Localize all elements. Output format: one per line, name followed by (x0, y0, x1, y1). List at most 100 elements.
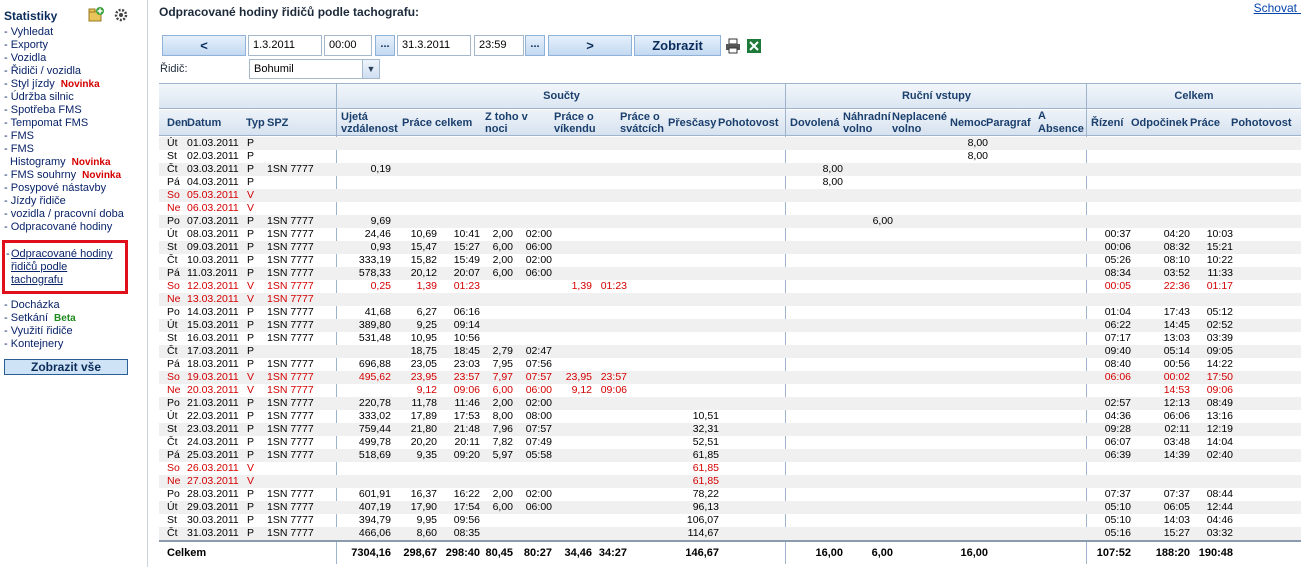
prev-button[interactable]: < (162, 35, 246, 56)
cell-ri: 05:16 (1104, 527, 1131, 539)
table-row: Út 01.03.2011 P 8,00 (159, 137, 1301, 150)
cell-pr: 03:39 (1206, 332, 1233, 344)
sidebar-item[interactable]: - Docházka (4, 299, 146, 312)
sidebar-item[interactable]: - Údržba silnic (4, 91, 146, 104)
time-from-field[interactable]: 00:00 (324, 35, 372, 56)
sidebar-item[interactable]: - Vyhledat (4, 26, 146, 39)
sidebar-item[interactable]: - Posypové nástavby (4, 182, 146, 195)
next-button[interactable]: > (548, 35, 632, 56)
cell-dov: 8,00 (822, 163, 843, 175)
cell-pc: 9,25 (416, 319, 437, 331)
cell-pch: 23:57 (453, 371, 480, 383)
sidebar-item[interactable]: - Spotřeba FMS (4, 104, 146, 117)
cell-spz: 1SN 7777 (267, 215, 314, 227)
sidebar-item[interactable]: Histogramy Novinka (4, 156, 146, 169)
cell-typ: V (247, 280, 255, 292)
cell-typ: P (247, 358, 255, 370)
date-from-picker-button[interactable]: ... (375, 35, 395, 56)
cell-datum: 29.03.2011 (187, 501, 239, 513)
col-dovolena: Dovolená (790, 117, 840, 129)
date-to-field[interactable]: 31.3.2011 (397, 35, 471, 56)
add-icon[interactable] (87, 6, 105, 24)
cell-spz: 1SN 7777 (267, 449, 314, 461)
sidebar-item[interactable]: - Setkání Beta (4, 312, 146, 325)
sidebar-item-badge: Novinka (82, 170, 122, 181)
cell-typ: P (247, 527, 255, 539)
sidebar-item[interactable]: - vozidla / pracovní doba (4, 208, 146, 221)
table-row: So 05.03.2011 V (159, 189, 1301, 202)
cell-datum: 09.03.2011 (187, 241, 239, 253)
sidebar-item[interactable]: - Exporty (4, 39, 146, 52)
sidebar-item[interactable]: - FMS souhrny Novinka (4, 169, 146, 182)
sidebar-item[interactable]: - Styl jízdy Novinka (4, 78, 146, 91)
cell-pc: 20,12 (410, 267, 437, 279)
sidebar-item[interactable]: - Tempomat FMS (4, 117, 146, 130)
table-row: Út 29.03.2011 P 1SN 7777 407,19 17,90 17:54 6,0… (159, 501, 1301, 514)
cell-km: 759,44 (358, 423, 391, 435)
sidebar-item[interactable]: - FMS (4, 143, 146, 156)
cell-den: Pá (167, 449, 180, 461)
cell-datum: 12.03.2011 (187, 280, 239, 292)
sidebar-item-selected-link[interactable]: Odpracované hodiny řidičů podle tachogra… (11, 248, 121, 287)
sidebar-item[interactable]: - Jízdy řidiče (4, 195, 146, 208)
sidebar-item-label: vozidla / pracovní doba (10, 208, 124, 220)
cell-ri: 07:17 (1104, 332, 1131, 344)
cell-datum: 30.03.2011 (187, 514, 239, 526)
time-to-field[interactable]: 23:59 (474, 35, 524, 56)
cell-km: 9,69 (370, 215, 391, 227)
cell-pr: 02:40 (1206, 449, 1233, 461)
sidebar-item[interactable]: - FMS (4, 130, 146, 143)
cell-km: 578,33 (358, 267, 391, 279)
chevron-down-icon[interactable]: ▼ (362, 60, 379, 78)
cell-km: 499,78 (358, 436, 391, 448)
cell-typ: P (247, 514, 255, 526)
col-pohotovost-celkem: Pohotovost (1231, 117, 1292, 129)
total-nahradni: 6,00 (871, 547, 893, 559)
cell-od: 12:13 (1163, 397, 1190, 409)
sidebar-item[interactable]: - Využití řidiče (4, 325, 146, 338)
cell-ri: 00:06 (1104, 241, 1131, 253)
sidebar-item-selected[interactable]: - Odpracované hodiny řidičů podle tachog… (2, 240, 128, 294)
cell-pc: 9,95 (416, 514, 437, 526)
sidebar-item[interactable]: - Odpracované hodiny (4, 221, 146, 234)
excel-icon[interactable] (746, 38, 762, 54)
table-row: Čt 10.03.2011 P 1SN 7777 333,19 15,82 15:49 2,0… (159, 254, 1301, 267)
cell-typ: V (247, 293, 255, 305)
sidebar-item[interactable]: - Řidiči / vozidla (4, 65, 146, 78)
show-all-button[interactable]: Zobrazit vše (4, 359, 128, 375)
cell-pc: 15,47 (410, 241, 437, 253)
cell-den: Po (167, 306, 180, 318)
cell-spz: 1SN 7777 (267, 163, 314, 175)
gear-icon[interactable] (112, 6, 130, 24)
cell-den: St (167, 514, 177, 526)
cell-km: 466,06 (358, 527, 391, 539)
cell-spz: 1SN 7777 (267, 293, 314, 305)
sidebar-item-label: Exporty (10, 39, 49, 51)
cell-ri: 00:05 (1104, 280, 1131, 292)
date-from-field[interactable]: 1.3.2011 (248, 35, 322, 56)
cell-datum: 15.03.2011 (187, 319, 239, 331)
cell-ri: 02:57 (1104, 397, 1131, 409)
hide-link[interactable]: Schovat a (1254, 1, 1301, 15)
cell-datum: 11.03.2011 (187, 267, 238, 279)
sidebar-item[interactable]: - Kontejnery (4, 338, 146, 351)
cell-pc: 9,12 (416, 384, 437, 396)
col-prescasy: Přesčasy (668, 117, 717, 129)
cell-zn: 6,00 (492, 384, 513, 396)
sidebar-item[interactable]: - Vozidla (4, 52, 146, 65)
driver-select[interactable]: Bohumil ▼ (249, 59, 380, 79)
date-to-picker-button[interactable]: ... (525, 35, 545, 56)
col-paragraf: Paragraf (986, 117, 1031, 129)
cell-typ: P (247, 241, 255, 253)
cell-datum: 24.03.2011 (187, 436, 239, 448)
cell-od: 22:36 (1163, 280, 1190, 292)
cell-typ: P (247, 254, 255, 266)
cell-pc: 21,80 (410, 423, 437, 435)
driver-label: Řidič: (160, 63, 188, 75)
show-button[interactable]: Zobrazit (634, 35, 721, 56)
cell-pv: 1,39 (571, 280, 592, 292)
total-km: 7304,16 (351, 547, 391, 559)
driver-select-value: Bohumil (254, 63, 294, 75)
cell-znh: 07:57 (525, 423, 552, 435)
print-icon[interactable] (725, 38, 741, 54)
